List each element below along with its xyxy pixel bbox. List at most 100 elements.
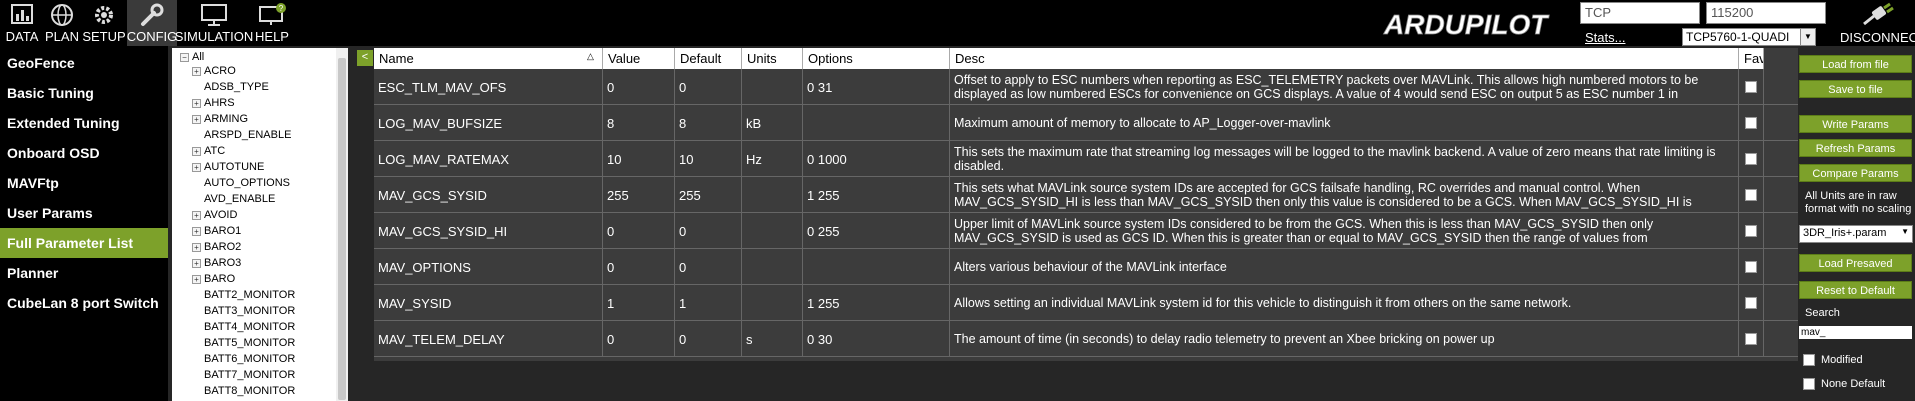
load-presaved-button[interactable]: Load Presaved <box>1799 254 1912 272</box>
table-row[interactable]: MAV_GCS_SYSID_HI 0 0 0 255 Upper limit of MA… <box>374 213 1798 249</box>
column-header-name[interactable]: Name △ <box>374 48 603 69</box>
save-to-file-button[interactable]: Save to file <box>1799 80 1912 98</box>
favorite-checkbox[interactable] <box>1745 81 1757 93</box>
expand-icon[interactable]: + <box>192 114 201 124</box>
menu-data[interactable]: DATA <box>2 0 42 46</box>
modified-checkbox[interactable] <box>1803 354 1815 366</box>
tree-item[interactable]: + AVOID <box>192 208 237 222</box>
tree-item[interactable]: AUTO_OPTIONS <box>204 176 290 190</box>
menu-simulation[interactable]: SIMULATION <box>175 0 253 46</box>
table-row[interactable]: LOG_MAV_RATEMAX 10 10 Hz 0 1000 This sets the… <box>374 141 1798 177</box>
cell-value[interactable]: 0 <box>603 213 675 249</box>
expand-icon[interactable]: + <box>192 258 201 268</box>
nav-mavftp[interactable]: MAVFtp <box>0 168 168 198</box>
expand-icon[interactable]: + <box>192 146 201 156</box>
table-row[interactable]: MAV_TELEM_DELAY 0 0 s 0 30 The amount of time… <box>374 321 1798 357</box>
none-default-checkbox[interactable] <box>1803 378 1815 390</box>
search-input[interactable]: mav_ <box>1799 326 1912 339</box>
nav-cubelan-switch[interactable]: CubeLan 8 port Switch <box>0 288 168 318</box>
nav-geofence[interactable]: GeoFence <box>0 48 168 78</box>
expand-icon[interactable]: + <box>192 66 201 76</box>
menu-plan[interactable]: PLAN <box>43 0 81 46</box>
expand-icon[interactable]: + <box>192 242 201 252</box>
table-row[interactable]: MAV_SYSID 1 1 1 255 Allows setting an indivi… <box>374 285 1798 321</box>
panel-splitter[interactable] <box>348 46 356 401</box>
table-row[interactable]: MAV_OPTIONS 0 0 Alters various behaviour of… <box>374 249 1798 285</box>
chevron-down-icon[interactable]: ▼ <box>1800 28 1816 46</box>
cell-value[interactable]: 8 <box>603 105 675 141</box>
preset-select[interactable]: 3DR_Iris+.param ▼ <box>1799 225 1913 243</box>
disconnect-button[interactable]: DISCONNECT <box>1840 2 1915 46</box>
stats-link[interactable]: Stats... <box>1585 30 1625 45</box>
menu-help[interactable]: ? HELP <box>252 0 292 46</box>
column-header-fav[interactable]: Fav <box>1739 48 1764 69</box>
cell-value[interactable]: 1 <box>603 285 675 321</box>
tree-item[interactable]: + ARMING <box>192 112 248 126</box>
tree-item[interactable]: ARSPD_ENABLE <box>204 128 291 142</box>
menu-config-label: CONFIG <box>126 29 178 44</box>
connection-select[interactable]: TCP5760-1-QUADI <box>1682 28 1815 46</box>
favorite-checkbox[interactable] <box>1745 225 1757 237</box>
favorite-checkbox[interactable] <box>1745 333 1757 345</box>
tree-scrollbar-thumb[interactable] <box>338 58 346 400</box>
column-header-desc[interactable]: Desc <box>950 48 1739 69</box>
cell-value[interactable]: 10 <box>603 141 675 177</box>
tree-item[interactable]: BATT3_MONITOR <box>204 304 295 318</box>
tree-item[interactable]: BATT5_MONITOR <box>204 336 295 350</box>
collapse-icon[interactable]: − <box>180 52 189 62</box>
tree-item[interactable]: BATT4_MONITOR <box>204 320 295 334</box>
nav-extended-tuning[interactable]: Extended Tuning <box>0 108 168 138</box>
tree-item[interactable]: + BARO3 <box>192 256 241 270</box>
tree-item[interactable]: BATT2_MONITOR <box>204 288 295 302</box>
tree-item[interactable]: BATT7_MONITOR <box>204 368 295 382</box>
nav-planner[interactable]: Planner <box>0 258 168 288</box>
cell-value[interactable]: 0 <box>603 69 675 105</box>
favorite-checkbox[interactable] <box>1745 153 1757 165</box>
tree-item[interactable]: BATT6_MONITOR <box>204 352 295 366</box>
nav-basic-tuning[interactable]: Basic Tuning <box>0 78 168 108</box>
nav-onboard-osd[interactable]: Onboard OSD <box>0 138 168 168</box>
tree-item[interactable]: + BARO2 <box>192 240 241 254</box>
refresh-params-button[interactable]: Refresh Params <box>1799 139 1912 157</box>
expand-icon[interactable]: + <box>192 210 201 220</box>
favorite-checkbox[interactable] <box>1745 297 1757 309</box>
table-row[interactable]: LOG_MAV_BUFSIZE 8 8 kB Maximum amount of mem… <box>374 105 1798 141</box>
tree-item[interactable]: + ACRO <box>192 64 236 78</box>
tree-item[interactable]: + BARO1 <box>192 224 241 238</box>
column-header-options[interactable]: Options <box>803 48 950 69</box>
favorite-checkbox[interactable] <box>1745 117 1757 129</box>
table-row[interactable]: MAV_GCS_SYSID 255 255 1 255 This sets what M… <box>374 177 1798 213</box>
load-from-file-button[interactable]: Load from file <box>1799 55 1912 73</box>
tree-item[interactable]: BATT8_MONITOR <box>204 384 295 398</box>
cell-value[interactable]: 255 <box>603 177 675 213</box>
cell-value[interactable]: 0 <box>603 249 675 285</box>
column-header-value[interactable]: Value <box>603 48 675 69</box>
tree-item[interactable]: ADSB_TYPE <box>204 80 269 94</box>
expand-icon[interactable]: + <box>192 274 201 284</box>
tree-item[interactable]: + ATC <box>192 144 225 158</box>
expand-icon[interactable]: + <box>192 226 201 236</box>
collapse-tree-button[interactable]: < <box>357 50 373 66</box>
menu-config[interactable]: CONFIG <box>127 0 177 46</box>
cell-value[interactable]: 0 <box>603 321 675 357</box>
compare-params-button[interactable]: Compare Params <box>1799 164 1912 182</box>
nav-user-params[interactable]: User Params <box>0 198 168 228</box>
tree-item[interactable]: AVD_ENABLE <box>204 192 275 206</box>
tree-item[interactable]: + BARO <box>192 272 235 286</box>
table-row[interactable]: ESC_TLM_MAV_OFS 0 0 0 31 Offset to apply to … <box>374 69 1798 105</box>
expand-icon[interactable]: + <box>192 162 201 172</box>
nav-full-parameter-list[interactable]: Full Parameter List <box>0 228 168 258</box>
tree-item[interactable]: + AUTOTUNE <box>192 160 264 174</box>
reset-to-default-button[interactable]: Reset to Default <box>1799 281 1912 299</box>
baud-select[interactable]: 115200 <box>1706 2 1826 24</box>
menu-setup[interactable]: SETUP <box>82 0 126 46</box>
tree-item[interactable]: + AHRS <box>192 96 235 110</box>
favorite-checkbox[interactable] <box>1745 189 1757 201</box>
write-params-button[interactable]: Write Params <box>1799 115 1912 133</box>
protocol-select[interactable]: TCP <box>1580 2 1700 24</box>
tree-root[interactable]: − All <box>180 50 204 64</box>
column-header-default[interactable]: Default <box>675 48 742 69</box>
favorite-checkbox[interactable] <box>1745 261 1757 273</box>
expand-icon[interactable]: + <box>192 98 201 108</box>
column-header-units[interactable]: Units <box>742 48 803 69</box>
